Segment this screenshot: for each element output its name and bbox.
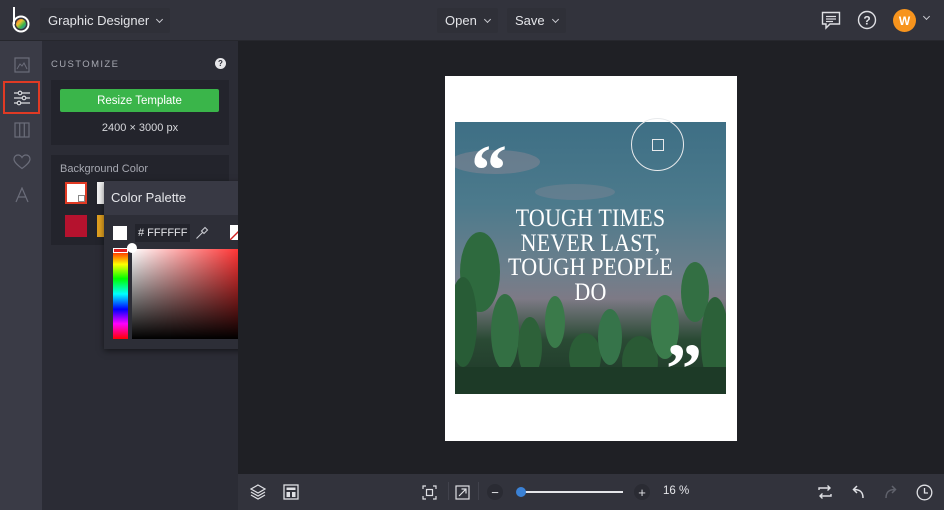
undo-button[interactable] xyxy=(848,482,868,502)
rail-item-text[interactable] xyxy=(3,178,40,211)
layers-button[interactable] xyxy=(248,482,268,502)
panel-help-icon[interactable]: ? xyxy=(215,58,226,69)
avatar-initial: W xyxy=(898,13,911,28)
resize-template-button[interactable]: Resize Template xyxy=(60,89,219,112)
heart-icon xyxy=(12,153,31,169)
swatch-white-selected[interactable] xyxy=(65,182,87,204)
actual-size-button[interactable] xyxy=(452,482,472,502)
history-button[interactable] xyxy=(914,482,934,502)
swatch-crimson[interactable] xyxy=(65,215,87,237)
quote-line: DO xyxy=(574,278,607,306)
swap-arrows-icon xyxy=(818,485,832,499)
chat-icon xyxy=(821,11,841,30)
save-menu-button[interactable]: Save xyxy=(507,8,566,33)
help-icon: ? xyxy=(857,10,877,30)
redo-button[interactable] xyxy=(881,482,901,502)
image-placeholder-handle[interactable] xyxy=(631,118,684,171)
befunky-logo[interactable] xyxy=(10,6,32,34)
open-menu-button[interactable]: Open xyxy=(437,8,498,33)
rail-item-graphics[interactable] xyxy=(3,145,40,178)
flip-button[interactable] xyxy=(815,482,835,502)
open-quote-mark[interactable]: “ xyxy=(471,134,507,206)
zoom-in-button[interactable]: + xyxy=(634,484,650,500)
chevron-down-icon xyxy=(483,15,491,23)
resize-card: Resize Template 2400 × 3000 px xyxy=(51,80,229,145)
account-chevron-down-icon[interactable] xyxy=(922,12,931,21)
background-color-label: Background Color xyxy=(60,163,149,175)
redo-icon xyxy=(885,485,897,499)
toolbar-divider xyxy=(478,482,479,500)
close-quote-mark[interactable]: ” xyxy=(666,333,702,405)
expand-icon xyxy=(454,484,470,500)
open-label: Open xyxy=(445,13,477,28)
user-avatar[interactable]: W xyxy=(893,9,916,32)
zoom-slider-thumb[interactable] xyxy=(516,487,526,497)
canvas-dimensions: 2400 × 3000 px xyxy=(101,122,179,134)
toolbar-divider xyxy=(448,482,449,500)
text-icon xyxy=(14,186,29,202)
svg-text:?: ? xyxy=(863,14,870,28)
zoom-out-button[interactable]: − xyxy=(487,484,503,500)
quote-text-block[interactable]: TOUGH TIMES NEVER LAST, TOUGH PEOPLE DO xyxy=(471,205,709,306)
tool-rail xyxy=(0,41,42,510)
fit-screen-icon xyxy=(421,484,437,500)
columns-icon xyxy=(13,121,30,138)
hue-slider[interactable] xyxy=(113,249,128,339)
fit-to-screen-button[interactable] xyxy=(419,482,439,502)
top-bar: Graphic Designer Open Save ? W xyxy=(0,0,944,41)
mode-dropdown[interactable]: Graphic Designer xyxy=(40,8,171,33)
layout-icon xyxy=(283,484,299,500)
zoom-slider-track[interactable] xyxy=(521,491,623,493)
rail-item-customize[interactable] xyxy=(3,81,40,114)
saturation-picker-handle[interactable] xyxy=(127,243,137,253)
sliders-icon xyxy=(13,90,30,105)
swatch-dropdown-icon xyxy=(78,195,85,202)
hue-slider-handle[interactable] xyxy=(113,248,128,253)
quote-line: TOUGH PEOPLE xyxy=(508,254,673,281)
rail-item-layouts[interactable] xyxy=(3,113,40,146)
panel-title: CUSTOMIZE xyxy=(51,59,120,70)
image-icon xyxy=(13,56,30,73)
rail-item-image[interactable] xyxy=(3,48,40,81)
clock-icon xyxy=(916,484,932,500)
hex-color-input[interactable] xyxy=(135,224,190,242)
feedback-button[interactable] xyxy=(820,9,842,31)
eyedropper-icon[interactable] xyxy=(195,226,209,240)
quote-line: TOUGH TIMES xyxy=(515,205,666,232)
save-label: Save xyxy=(515,13,545,28)
chevron-down-icon xyxy=(156,15,164,23)
layers-icon xyxy=(250,484,266,500)
zoom-level-readout: 16 % xyxy=(663,485,690,497)
layout-button[interactable] xyxy=(281,482,301,502)
current-color-preview xyxy=(113,226,127,240)
help-button[interactable]: ? xyxy=(856,9,878,31)
undo-icon xyxy=(852,485,864,499)
mode-label: Graphic Designer xyxy=(48,13,150,28)
quote-line: NEVER LAST, xyxy=(520,229,661,257)
square-icon xyxy=(651,138,664,151)
chevron-down-icon xyxy=(551,15,559,23)
